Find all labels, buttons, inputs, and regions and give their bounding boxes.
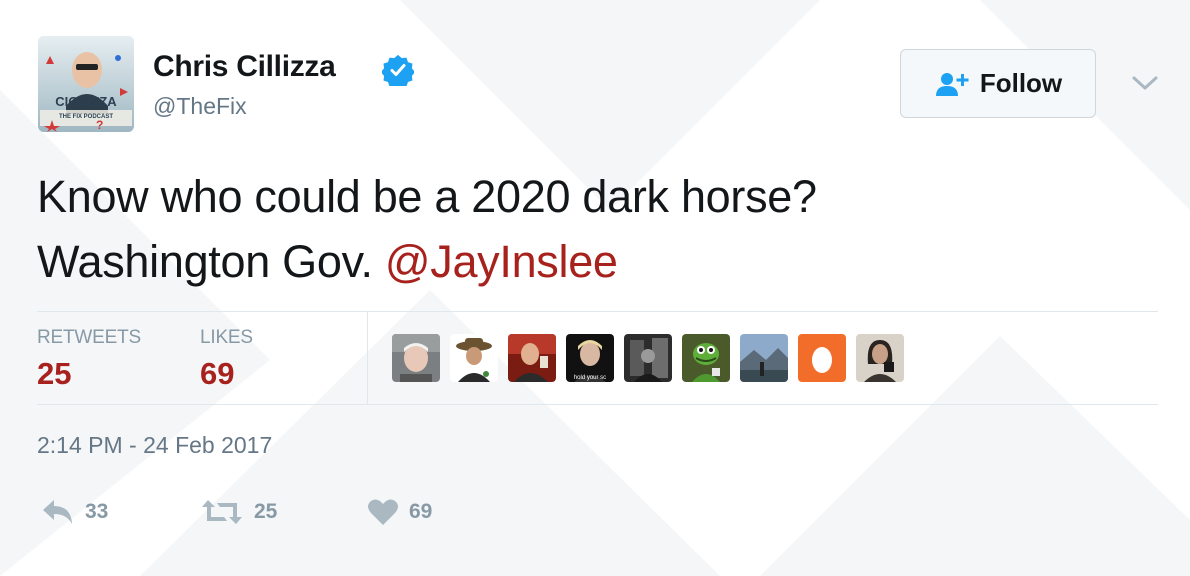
mention-link[interactable]: @JayInslee — [385, 236, 618, 287]
avatar-image: CIQUIZZA THE FIX PODCAST ? — [38, 36, 134, 132]
like-count: 69 — [409, 500, 433, 523]
liker-avatar-5[interactable] — [624, 334, 672, 382]
likes-count[interactable]: 69 — [200, 356, 234, 392]
retweet-icon — [202, 500, 242, 524]
liker-avatar-1[interactable] — [392, 334, 440, 382]
stats-vertical-divider — [367, 312, 368, 404]
tweet-text-line-2-prefix: Washington Gov. — [37, 236, 385, 287]
avatar-question-mark: ? — [96, 118, 103, 132]
retweet-button[interactable]: 25 — [200, 498, 277, 526]
chevron-down-icon[interactable] — [1128, 70, 1162, 94]
retweet-count: 25 — [254, 500, 278, 523]
stats-divider-top — [37, 311, 1158, 312]
follow-button-label: Follow — [979, 68, 1063, 98]
liker-avatar-9[interactable] — [856, 334, 904, 382]
follow-button[interactable]: Follow — [900, 49, 1096, 118]
liker-caption: hold your sc — [574, 375, 606, 381]
liker-avatar-8[interactable] — [798, 334, 846, 382]
reply-count: 33 — [85, 500, 109, 523]
author-handle[interactable]: @TheFix — [153, 93, 247, 120]
tweet-text-line-1: Know who could be a 2020 dark horse? — [37, 171, 817, 222]
tweet-timestamp[interactable]: 2:14 PM - 24 Feb 2017 — [37, 432, 272, 459]
likes-label[interactable]: LIKES — [200, 327, 253, 349]
liker-avatar-2[interactable] — [450, 334, 498, 382]
liker-avatar-6[interactable] — [682, 334, 730, 382]
add-user-icon — [935, 72, 969, 96]
reply-icon — [43, 500, 72, 524]
liker-avatar-4[interactable]: hold your sc — [566, 334, 614, 382]
heart-icon — [368, 499, 398, 525]
avatar-subtitle-text: THE FIX PODCAST — [59, 114, 113, 120]
like-button[interactable]: 69 — [367, 498, 432, 526]
author-name[interactable]: Chris Cillizza — [153, 50, 336, 84]
tweet-card: CIQUIZZA THE FIX PODCAST ? Chris Cillizz… — [0, 0, 1190, 576]
verified-badge-icon — [382, 54, 414, 86]
reply-button[interactable]: 33 — [41, 498, 108, 526]
avatar-title-text: CIQUIZZA — [55, 94, 117, 109]
stats-divider-bottom — [37, 404, 1158, 405]
liker-avatar-3[interactable] — [508, 334, 556, 382]
retweets-label[interactable]: RETWEETS — [37, 327, 141, 349]
liker-avatar-7[interactable] — [740, 334, 788, 382]
author-avatar[interactable]: CIQUIZZA THE FIX PODCAST ? — [38, 36, 134, 132]
tweet-text: Know who could be a 2020 dark horse? Was… — [37, 164, 1137, 294]
retweets-count[interactable]: 25 — [37, 356, 71, 392]
tweet-text-line-2: Washington Gov. @JayInslee — [37, 229, 1137, 294]
